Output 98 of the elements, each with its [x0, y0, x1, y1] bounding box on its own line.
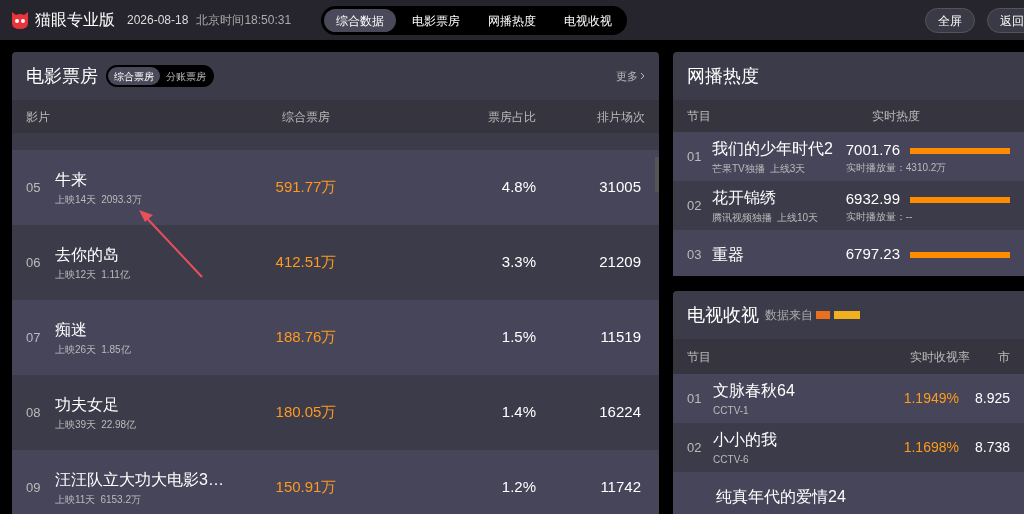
- header-button[interactable]: 全屏: [925, 8, 975, 33]
- movie-title: 功夫女足: [55, 395, 120, 415]
- total-box-office: 6153.2万: [100, 493, 141, 507]
- share-value: 1.4%: [500, 402, 536, 423]
- cat-logo-icon: [9, 9, 31, 31]
- rank-number: 08: [26, 403, 42, 422]
- platform-text: 腾讯视频独播: [711, 211, 772, 225]
- play-count: 实时播放量：4310.2万: [845, 161, 948, 174]
- share-value: 8.925: [974, 389, 1010, 408]
- column-header: 市: [998, 348, 1010, 366]
- rank-number: 01: [687, 147, 703, 166]
- panel-title: 电影票房: [26, 64, 98, 88]
- rank-number: 07: [26, 328, 42, 347]
- movie-row[interactable]: 09 汪汪队立大功大电影3… 上映11天 6153.2万 150.91万 1.2% 11742: [12, 450, 659, 514]
- more-link[interactable]: 更多: [616, 67, 645, 85]
- shows-value: 16224: [598, 402, 642, 423]
- column-header: 节目: [687, 108, 712, 125]
- heat-value: 6797.23: [845, 244, 900, 265]
- movie-title: 汪汪队立大功大电影3…: [55, 470, 225, 490]
- rating-value: 1.1698%: [902, 438, 959, 457]
- channel-name: CCTV-6: [713, 453, 750, 467]
- panel-title: 网播热度: [687, 64, 759, 88]
- annotation-arrow: [138, 209, 204, 279]
- share-value: 1.2%: [500, 477, 536, 498]
- shows-value: 11519: [599, 327, 642, 348]
- movie-title: 痴迷: [55, 320, 88, 340]
- movie-title: 牛来: [55, 170, 88, 190]
- movie-row[interactable]: 07 痴迷 上映26天 1.85亿 188.76万 1.5% 11519: [12, 300, 659, 375]
- box-tab[interactable]: 分账票房: [160, 67, 212, 85]
- rank-number: 09: [26, 478, 42, 497]
- rank-number: 01: [687, 389, 703, 408]
- heat-value: 6932.99: [845, 189, 900, 210]
- box-office-value: 591.77万: [274, 177, 338, 198]
- play-count: 实时播放量：--: [845, 210, 914, 223]
- show-row[interactable]: 03 重器 6797.23: [673, 230, 1024, 276]
- column-header: 实时热度: [872, 108, 920, 125]
- heat-value: 7001.76: [845, 140, 900, 161]
- column-header: 排片场次: [596, 108, 645, 126]
- show-row[interactable]: 01 我们的少年时代2 芒果TV独播 上线3天 7001.76 实时播放量：4310.2万: [673, 132, 1024, 181]
- panel-title: 电视收视: [687, 303, 759, 327]
- release-days: 上映14天: [55, 192, 97, 207]
- box-office-value: 188.76万: [274, 327, 338, 348]
- show-title: 我们的少年时代2: [711, 139, 834, 159]
- share-value: 8.738: [974, 438, 1010, 457]
- online-days: 上线10天: [776, 210, 818, 225]
- nav-tab[interactable]: 电影票房: [400, 9, 472, 32]
- rank-number: 03: [687, 245, 703, 264]
- shows-value: 21209: [598, 252, 642, 273]
- share-value: 4.8%: [500, 177, 536, 198]
- box-tab[interactable]: 综合票房: [108, 67, 160, 85]
- scrollbar-thumb: [655, 157, 659, 192]
- rank-number: 02: [687, 196, 703, 215]
- rank-number: 05: [26, 178, 42, 197]
- clock-text: 北京时间18:50:31: [196, 12, 292, 29]
- rank-number: 02: [687, 438, 703, 457]
- column-header: 实时收视率: [909, 348, 971, 366]
- total-box-office: 1.11亿: [101, 268, 130, 282]
- share-value: 3.3%: [500, 252, 536, 273]
- share-value: 1.5%: [500, 327, 536, 348]
- total-box-office: 22.98亿: [101, 418, 137, 432]
- shows-value: 31005: [598, 177, 642, 198]
- release-days: 上映11天: [55, 492, 96, 507]
- show-title: 花开锦绣: [711, 188, 777, 208]
- nav-tab[interactable]: 电视收视: [552, 9, 624, 32]
- header-button[interactable]: 返回: [987, 8, 1024, 33]
- movie-title: 去你的岛: [55, 245, 120, 265]
- movie-row[interactable]: 05 牛来 上映14天 2093.3万 591.77万 4.8% 31005: [12, 150, 659, 225]
- source-logo-icon: [816, 311, 860, 319]
- release-days: 上映12天: [55, 267, 97, 282]
- online-days: 上线3天: [769, 161, 806, 176]
- platform-text: 芒果TV独播: [711, 162, 765, 176]
- show-title: 重器: [711, 244, 745, 265]
- column-header: 票房占比: [487, 108, 536, 126]
- tv-row[interactable]: 纯真年代的爱情24: [673, 472, 1024, 514]
- channel-name: CCTV-1: [713, 404, 750, 418]
- column-header: 综合票房: [281, 108, 331, 126]
- brand-name: 猫眼专业版: [35, 10, 115, 30]
- release-days: 上映26天: [55, 342, 97, 357]
- tv-show-title: 文脉春秋64: [713, 381, 796, 401]
- date-text: 2026-08-18: [127, 12, 189, 29]
- column-header: 节目: [687, 348, 712, 366]
- shows-value: 11742: [599, 477, 642, 498]
- column-header: 影片: [26, 108, 51, 126]
- tv-show-title: 纯真年代的爱情24: [716, 486, 847, 507]
- nav-tab[interactable]: 综合数据: [324, 9, 396, 32]
- release-days: 上映39天: [55, 417, 97, 432]
- rank-number: 06: [26, 253, 42, 272]
- box-office-value: 180.05万: [274, 402, 338, 423]
- total-box-office: 1.85亿: [101, 343, 131, 357]
- rating-value: 1.1949%: [902, 389, 959, 408]
- tv-show-title: 小小的我: [713, 430, 779, 450]
- box-office-value: 150.91万: [274, 477, 338, 498]
- total-box-office: 2093.3万: [101, 193, 142, 207]
- tv-row[interactable]: 01 文脉春秋64 CCTV-1 1.1949% 8.925: [673, 374, 1024, 423]
- box-office-value: 412.51万: [274, 252, 338, 273]
- chevron-right-icon: [640, 72, 645, 80]
- source-label: 数据来自: [765, 307, 813, 324]
- nav-tab[interactable]: 网播热度: [476, 9, 548, 32]
